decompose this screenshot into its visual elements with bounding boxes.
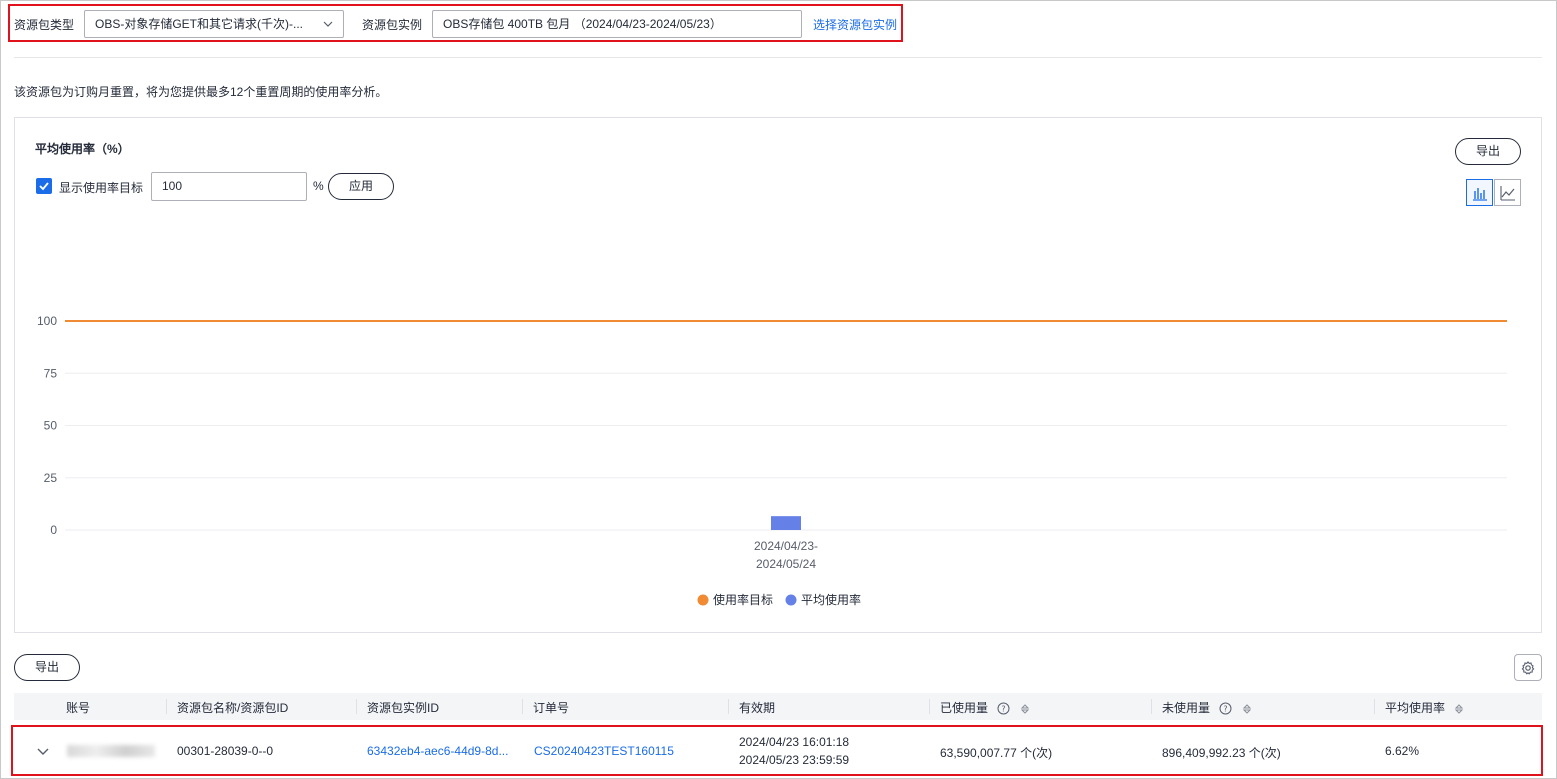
col-separator — [356, 699, 357, 714]
sort-icon[interactable] — [1020, 703, 1030, 715]
sort-icon[interactable] — [1454, 703, 1464, 715]
y-tick-label: 0 — [50, 523, 57, 537]
col-separator — [728, 699, 729, 714]
col-avg-rate-label: 平均使用率 — [1385, 701, 1446, 715]
target-rate-input[interactable]: 100 — [151, 172, 307, 201]
select-instance-link[interactable]: 选择资源包实例 — [813, 16, 897, 33]
chart-export-button[interactable]: 导出 — [1455, 138, 1521, 165]
chart-title: 平均使用率（%） — [35, 142, 130, 156]
package-id: 00301-28039-0--0 — [177, 744, 274, 758]
gear-icon — [1521, 661, 1535, 675]
legend-label: 平均使用率 — [801, 592, 861, 607]
resource-type-label: 资源包类型 — [14, 18, 75, 32]
svg-text:?: ? — [1224, 705, 1228, 714]
percent-sign: % — [313, 179, 324, 193]
avg-usage-rate: 6.62% — [1385, 744, 1420, 758]
instance-id-link[interactable]: 63432eb4-aec6-44d9-8d... — [367, 744, 508, 758]
col-instance-id: 资源包实例ID — [367, 701, 440, 715]
validity-end: 2024/05/23 23:59:59 — [739, 753, 850, 767]
target-rate-value: 100 — [162, 179, 183, 193]
y-tick-label: 25 — [44, 471, 58, 485]
col-separator — [929, 699, 930, 714]
table-row[interactable]: 00301-28039-0--0 63432eb4-aec6-44d9-8d..… — [11, 725, 1543, 776]
col-separator — [1151, 699, 1152, 714]
show-target-checkbox[interactable] — [36, 178, 52, 194]
resource-instance-field[interactable]: OBS存储包 400TB 包月 （2024/04/23-2024/05/23） — [432, 10, 802, 38]
line-chart-toggle[interactable] — [1494, 179, 1521, 206]
col-unused[interactable]: 未使用量 ? — [1162, 699, 1252, 716]
y-tick-label: 75 — [44, 366, 58, 380]
x-tick-label: 2024/05/24 — [756, 557, 816, 571]
account-redacted — [67, 745, 155, 757]
col-used[interactable]: 已使用量 ? — [940, 699, 1030, 716]
table-export-button[interactable]: 导出 — [14, 654, 80, 681]
col-avg-rate[interactable]: 平均使用率 — [1385, 699, 1464, 716]
expand-chevron-icon[interactable] — [37, 747, 49, 757]
unused-amount: 896,409,992.23 个(次) — [1162, 746, 1281, 760]
chevron-down-icon — [323, 21, 333, 27]
resource-instance-value: OBS存储包 400TB 包月 （2024/04/23-2024/05/23） — [443, 17, 722, 31]
col-separator — [166, 699, 167, 714]
filter-bar: 资源包类型 OBS-对象存储GET和其它请求(千次)-... 资源包实例 OBS… — [8, 4, 903, 42]
used-amount: 63,590,007.77 个(次) — [940, 746, 1053, 760]
sort-icon[interactable] — [1242, 703, 1252, 715]
legend-dot — [785, 594, 797, 606]
col-validity: 有效期 — [739, 701, 776, 715]
col-order-no: 订单号 — [533, 701, 570, 715]
reset-description: 该资源包为订购月重置，将为您提供最多12个重置周期的使用率分析。 — [14, 85, 388, 99]
order-no-link[interactable]: CS20240423TEST160115 — [534, 744, 674, 758]
help-icon[interactable]: ? — [1219, 702, 1232, 715]
usage-chart-panel: 100 75 50 25 0 2024/04/23- 2024/05/24 使用率目标 平均使用… — [14, 117, 1542, 633]
table-header: 账号 资源包名称/资源包ID 资源包实例ID 订单号 有效期 已使用量 ? 未使… — [14, 693, 1542, 720]
col-package-name: 资源包名称/资源包ID — [177, 701, 289, 715]
col-separator — [1374, 699, 1375, 714]
y-tick-label: 50 — [44, 419, 58, 433]
bar-avg-usage — [771, 516, 801, 530]
col-unused-label: 未使用量 — [1162, 701, 1211, 715]
x-tick-label: 2024/04/23- — [754, 539, 818, 553]
col-used-label: 已使用量 — [940, 701, 989, 715]
show-target-label: 显示使用率目标 — [59, 181, 144, 195]
legend-label: 使用率目标 — [713, 592, 773, 607]
apply-button[interactable]: 应用 — [328, 173, 394, 200]
resource-type-select[interactable]: OBS-对象存储GET和其它请求(千次)-... — [84, 10, 344, 38]
line-chart-icon — [1500, 186, 1515, 201]
svg-text:?: ? — [1002, 705, 1006, 714]
bar-chart-icon — [1473, 188, 1487, 201]
col-account: 账号 — [66, 701, 91, 715]
validity-start: 2024/04/23 16:01:18 — [739, 735, 850, 749]
bar-chart-toggle[interactable] — [1466, 179, 1493, 206]
resource-instance-label: 资源包实例 — [362, 18, 423, 32]
help-icon[interactable]: ? — [997, 702, 1010, 715]
y-tick-label: 100 — [37, 314, 57, 328]
legend-dot — [697, 594, 709, 606]
check-icon — [39, 182, 49, 191]
column-settings-button[interactable] — [1514, 654, 1542, 681]
col-separator — [522, 699, 523, 714]
divider — [14, 57, 1542, 58]
resource-type-value: OBS-对象存储GET和其它请求(千次)-... — [95, 17, 303, 31]
